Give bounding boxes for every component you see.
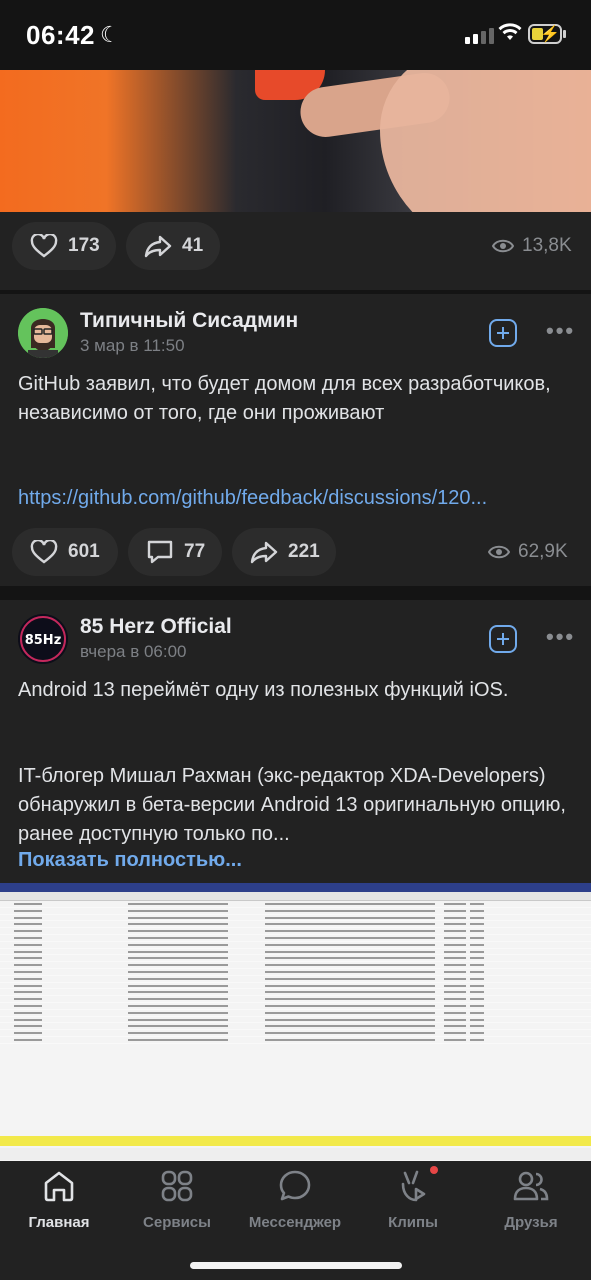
tab-services[interactable]: Сервисы [118, 1169, 236, 1231]
moon-icon: ☾ [100, 22, 120, 47]
image-detail [0, 928, 591, 935]
services-icon [161, 1170, 193, 1202]
friends-icon [513, 1171, 549, 1201]
home-icon [44, 1171, 74, 1202]
image-detail [0, 1010, 591, 1017]
avatar[interactable] [18, 308, 68, 358]
post-text-body: IT-блогер Мишал Рахман (экс-редактор XDA… [18, 765, 566, 845]
image-detail [0, 955, 591, 963]
image-detail [0, 962, 591, 969]
like-button[interactable]: 601 [12, 528, 118, 576]
post-date[interactable]: вчера в 06:00 [80, 642, 187, 662]
home-indicator [190, 1262, 402, 1269]
author-name[interactable]: 85 Herz Official [80, 615, 232, 639]
image-detail [0, 1037, 591, 1044]
share-button[interactable]: 221 [232, 528, 336, 576]
subscribe-plus-icon[interactable] [489, 625, 517, 653]
post-card: Типичный Сисадмин 3 мар в 11:50 ••• GitH… [0, 294, 591, 586]
messenger-icon [279, 1170, 311, 1201]
post-card: 85Hz 85 Herz Official вчера в 06:00 ••• … [0, 600, 591, 883]
share-count: 41 [182, 235, 204, 256]
battery-icon: ⚡ [528, 24, 562, 44]
wifi-icon [498, 23, 522, 40]
status-bar: 06:42 ☾ ⚡ [0, 0, 591, 70]
sysadmin-avatar-icon [18, 308, 68, 358]
image-detail [0, 901, 591, 908]
clips-icon [401, 1170, 426, 1202]
image-detail [0, 921, 591, 929]
notification-dot [430, 1166, 438, 1174]
author-name[interactable]: Типичный Сисадмин [80, 309, 298, 333]
tab-clips[interactable]: Клипы [354, 1169, 472, 1231]
svg-text:85Hz: 85Hz [25, 633, 62, 648]
image-detail [0, 935, 591, 942]
image-detail [0, 1030, 591, 1037]
like-count: 173 [68, 235, 100, 256]
comment-button[interactable]: 77 [128, 528, 222, 576]
post-text: GitHub заявил, что будет домом для всех … [18, 373, 551, 424]
views-counter: 62,9K [488, 541, 568, 563]
avatar[interactable]: 85Hz [18, 614, 68, 664]
image-detail [0, 976, 591, 983]
heart-icon [30, 234, 58, 258]
tab-friends[interactable]: Друзья [472, 1169, 590, 1231]
status-time: 06:42 [26, 20, 95, 50]
share-button[interactable]: 41 [126, 222, 220, 270]
subscribe-plus-icon[interactable] [489, 319, 517, 347]
image-detail [0, 949, 591, 956]
post-image[interactable] [0, 883, 591, 1161]
eye-icon [492, 239, 514, 253]
more-options-icon[interactable]: ••• [546, 624, 575, 650]
tab-home[interactable]: Главная [0, 1169, 118, 1231]
signal-icon [465, 26, 497, 44]
like-count: 601 [68, 541, 100, 562]
post-date[interactable]: 3 мар в 11:50 [80, 336, 185, 356]
post-top-actions: 173 41 13,8K [0, 212, 591, 290]
show-more-link[interactable]: Показать полностью... [18, 846, 578, 875]
image-detail [0, 1023, 591, 1031]
image-detail [0, 1003, 591, 1010]
share-icon [250, 541, 278, 564]
image-detail [0, 969, 591, 976]
image-detail [0, 989, 591, 997]
eye-icon [488, 545, 510, 559]
tab-messenger[interactable]: Мессенджер [236, 1169, 354, 1231]
image-detail [0, 983, 591, 990]
comment-icon [147, 540, 173, 564]
post-link[interactable]: https://github.com/github/feedback/discu… [18, 484, 578, 513]
image-detail [0, 915, 591, 922]
post-photo[interactable] [0, 70, 591, 212]
share-count: 221 [288, 541, 320, 562]
image-detail [0, 942, 591, 949]
post-text: Android 13 переймёт одну из полезных фун… [18, 679, 509, 701]
image-detail [0, 1017, 591, 1024]
herz-logo-icon: 85Hz [18, 614, 68, 664]
heart-icon [30, 540, 58, 564]
image-detail [0, 996, 591, 1003]
comment-count: 77 [184, 541, 206, 562]
more-options-icon[interactable]: ••• [546, 318, 575, 344]
share-icon [144, 235, 172, 258]
image-detail [0, 908, 591, 915]
like-button[interactable]: 173 [12, 222, 116, 270]
views-counter: 13,8K [492, 235, 572, 257]
